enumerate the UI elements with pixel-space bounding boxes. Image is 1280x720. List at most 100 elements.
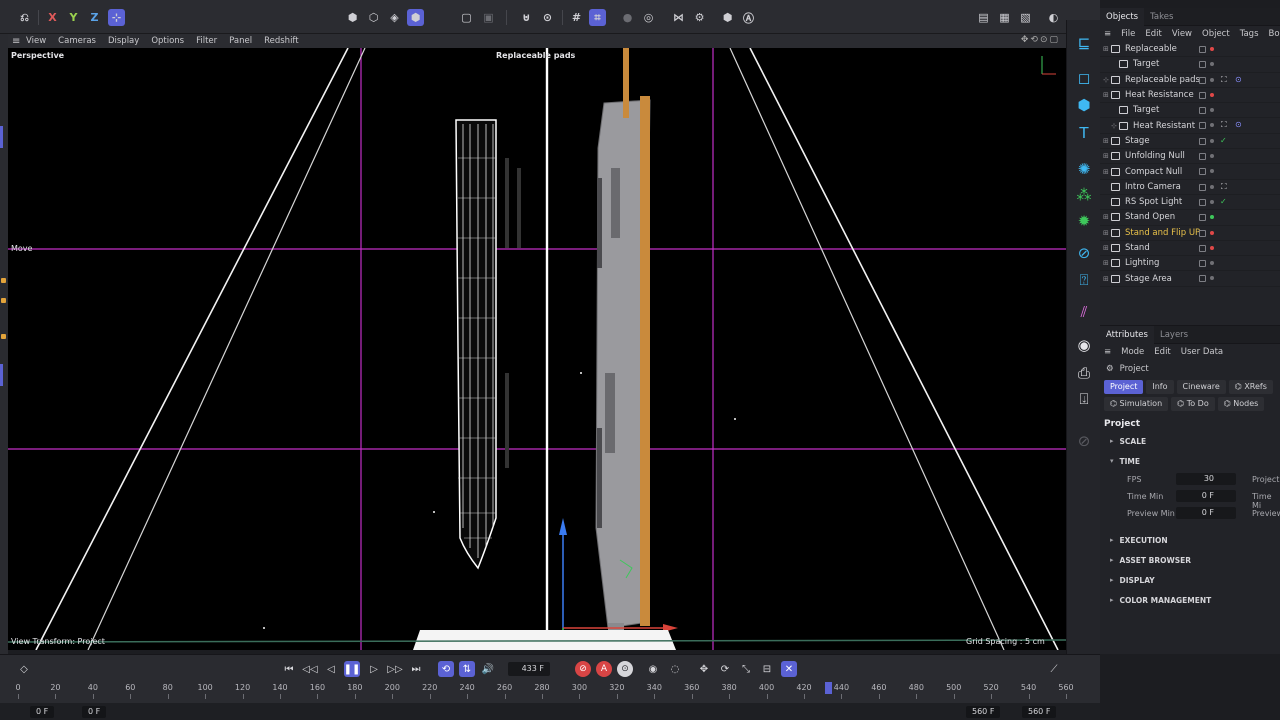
section-execution[interactable]: ▸ EXECUTION: [1100, 530, 1280, 550]
layout-icon[interactable]: ◐: [1045, 9, 1062, 26]
viewport-navigation-icons[interactable]: ✥⟲⊙▢: [1021, 35, 1060, 45]
quantize-icon[interactable]: ◎: [640, 9, 657, 26]
coordinate-manager-icon[interactable]: ⊑: [1073, 32, 1095, 54]
rotation-key-icon[interactable]: ⟳: [717, 661, 733, 677]
symmetry-icon[interactable]: ⋈: [670, 9, 687, 26]
next-key-icon[interactable]: ▷▷: [387, 661, 403, 677]
object-row[interactable]: Target: [1100, 57, 1280, 73]
x-axis-lock[interactable]: X: [44, 9, 61, 26]
subtab-project[interactable]: Project: [1104, 380, 1144, 394]
menu-view[interactable]: View: [26, 36, 46, 46]
status-dot[interactable]: [1210, 199, 1214, 204]
preview-min-input[interactable]: 0 F: [1176, 507, 1236, 519]
field-icon[interactable]: ⍰: [1073, 269, 1095, 291]
3d-viewport[interactable]: Perspective Replaceable pads Move View T…: [8, 48, 1066, 650]
visibility-toggle[interactable]: [1199, 153, 1206, 161]
tab-takes[interactable]: Takes: [1144, 8, 1179, 26]
visibility-toggle[interactable]: [1199, 61, 1206, 69]
disabled-tool-icon[interactable]: ⊘: [1073, 430, 1095, 452]
section-color-management[interactable]: ▸ COLOR MANAGEMENT: [1100, 590, 1280, 610]
menu-cameras[interactable]: Cameras: [58, 36, 96, 46]
environment-icon[interactable]: ◉: [1073, 334, 1095, 356]
z-axis-lock[interactable]: Z: [86, 9, 103, 26]
object-row[interactable]: ⊞ Stand Open: [1100, 210, 1280, 226]
expand-icon[interactable]: ⊞: [1103, 137, 1111, 145]
section-scale[interactable]: ▸ SCALE: [1100, 431, 1280, 451]
expand-icon[interactable]: ⊞: [1103, 259, 1111, 267]
object-row[interactable]: ⊞ Unfolding Null: [1100, 149, 1280, 165]
loop-icon[interactable]: ⟲: [438, 661, 454, 677]
object-row[interactable]: ⊹ Heat Resistant ⛶ ⊙: [1100, 118, 1280, 134]
text-icon[interactable]: T: [1073, 122, 1095, 144]
menu-options[interactable]: Options: [151, 36, 184, 46]
visibility-toggle[interactable]: [1199, 260, 1206, 268]
light-icon[interactable]: ⍗: [1073, 388, 1095, 410]
current-frame-field[interactable]: 433 F: [508, 662, 550, 676]
object-row[interactable]: ⊞ Stage Area: [1100, 271, 1280, 287]
visibility-toggle[interactable]: [1199, 122, 1206, 130]
previous-key-icon[interactable]: ◁◁: [302, 661, 318, 677]
min-frame-field[interactable]: 0 F: [82, 706, 107, 718]
visibility-toggle[interactable]: [1199, 229, 1206, 237]
expand-icon[interactable]: ⊞: [1103, 244, 1111, 252]
expand-icon[interactable]: ⊞: [1103, 213, 1111, 221]
point-level-key-icon[interactable]: ✕: [781, 661, 797, 677]
previous-frame-icon[interactable]: ◁: [323, 661, 339, 677]
hamburger-icon[interactable]: ≡: [1104, 29, 1111, 39]
keyframe-selection-icon[interactable]: ⊙: [617, 661, 633, 677]
status-dot[interactable]: [1210, 184, 1214, 189]
hamburger-icon[interactable]: ≡: [12, 36, 26, 47]
settings-gear-icon[interactable]: ⚙: [691, 9, 708, 26]
menu-edit[interactable]: Edit: [1154, 347, 1170, 357]
expand-icon[interactable]: ⊞: [1103, 229, 1111, 237]
vibrate-tag-icon[interactable]: ⊙: [1235, 120, 1242, 129]
status-dot[interactable]: [1210, 138, 1214, 143]
render-settings-icon[interactable]: ▧: [1017, 9, 1034, 26]
param-key-icon[interactable]: ⊟: [759, 661, 775, 677]
menu-object[interactable]: Object: [1202, 29, 1230, 39]
object-row[interactable]: RS Spot Light ✓: [1100, 195, 1280, 211]
menu-tags[interactable]: Tags: [1240, 29, 1259, 39]
status-dot[interactable]: [1210, 92, 1214, 97]
checkmark-icon[interactable]: ✓: [1220, 197, 1227, 206]
visibility-toggle[interactable]: [1199, 168, 1206, 176]
frame-range-bar[interactable]: 0 F 0 F 560 F 560 F: [0, 703, 1100, 720]
object-row[interactable]: Intro Camera ⛶: [1100, 180, 1280, 195]
status-dot[interactable]: [1210, 47, 1214, 51]
record-mode-icon[interactable]: ●: [619, 9, 636, 26]
sound-icon[interactable]: 🔊: [480, 661, 496, 677]
visibility-toggle[interactable]: [1199, 198, 1206, 206]
keyframe-icon[interactable]: ◉: [645, 661, 661, 677]
go-to-start-icon[interactable]: ⏮: [281, 661, 297, 677]
snap-icon[interactable]: ⌗: [589, 9, 606, 26]
keyframe-diamond-icon[interactable]: ◇: [16, 661, 32, 677]
preview-range-icon[interactable]: ⇅: [459, 661, 475, 677]
status-dot[interactable]: [1210, 77, 1214, 82]
visibility-toggle[interactable]: [1199, 76, 1206, 84]
object-row[interactable]: ⊞ Lighting: [1100, 256, 1280, 272]
camera-label[interactable]: Perspective: [11, 51, 64, 60]
generator-icon[interactable]: ✺: [1073, 158, 1095, 180]
deformer-gear-icon[interactable]: ✹: [1073, 210, 1095, 232]
object-row[interactable]: Target: [1100, 103, 1280, 119]
timeline-graph-icon[interactable]: ⟋: [1046, 661, 1062, 677]
time-min-input[interactable]: 0 F: [1176, 490, 1236, 502]
checkmark-icon[interactable]: ✓: [1220, 136, 1227, 145]
menu-filter[interactable]: Filter: [196, 36, 217, 46]
section-display[interactable]: ▸ DISPLAY: [1100, 570, 1280, 590]
texture-mode-icon[interactable]: ▣: [480, 9, 497, 26]
render-icon[interactable]: ⬢: [719, 9, 736, 26]
menu-bookmarks[interactable]: Book: [1269, 29, 1280, 39]
expand-icon[interactable]: ⊞: [1103, 91, 1111, 99]
target-tag-icon[interactable]: ⛶: [1221, 120, 1227, 130]
object-row[interactable]: ⊞ Stage ✓: [1100, 134, 1280, 150]
play-forward-icon[interactable]: ▷: [366, 661, 382, 677]
edges-mode-icon[interactable]: ◈: [386, 9, 403, 26]
record-keys-icon[interactable]: ⊘: [575, 661, 591, 677]
end-frame-field[interactable]: 560 F: [966, 706, 1001, 718]
subtab-info[interactable]: Info: [1146, 380, 1174, 394]
render-view-icon[interactable]: ▤: [975, 9, 992, 26]
object-row[interactable]: ⊞ Stand and Flip UP: [1100, 226, 1280, 241]
vibrate-tag-icon[interactable]: ⊙: [1235, 75, 1242, 84]
pause-button[interactable]: ❚❚: [344, 661, 360, 677]
